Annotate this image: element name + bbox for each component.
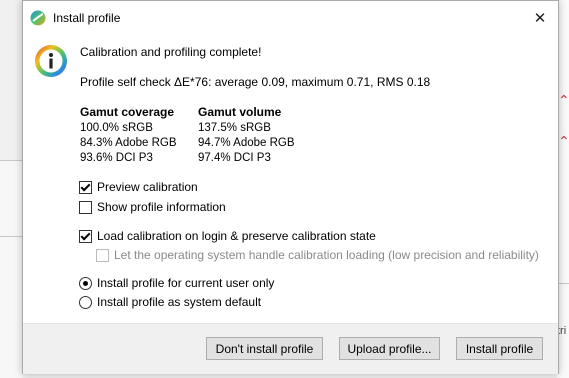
gamut-volume-header: Gamut volume	[198, 105, 282, 119]
gamut-volume-row: 137.5% sRGB	[198, 122, 271, 134]
install-profile-dialog: Install profile ✕ Calibration and profil…	[22, 0, 559, 374]
gamut-coverage-row: 84.3% Adobe RGB	[80, 137, 177, 149]
window-title: Install profile	[53, 11, 121, 25]
gamut-coverage-row: 93.6% DCI P3	[80, 152, 153, 164]
install-profile-button[interactable]: Install profile	[456, 337, 543, 360]
background-marker-icon: ⌃	[558, 92, 569, 108]
gamut-volume-row: 94.7% Adobe RGB	[198, 137, 295, 149]
close-icon: ✕	[533, 10, 547, 27]
upload-profile-button[interactable]: Upload profile...	[339, 337, 440, 360]
radio-unselected[interactable]	[79, 295, 92, 309]
background-divider	[0, 236, 22, 237]
os-handle-loading-label: Let the operating system handle calibrat…	[114, 248, 539, 262]
install-current-user-radio[interactable]: Install profile for current user only	[79, 275, 274, 291]
os-handle-loading-checkbox[interactable]: Let the operating system handle calibrat…	[96, 247, 539, 263]
background-divider	[0, 160, 22, 161]
checkbox-unchecked[interactable]	[79, 200, 92, 214]
gamut-volume-section: Gamut volume 137.5% sRGB 94.7% Adobe RGB…	[198, 105, 295, 166]
checkbox-checked[interactable]	[79, 229, 92, 243]
self-check-result: Profile self check ΔE*76: average 0.09, …	[80, 75, 431, 89]
completion-heading: Calibration and profiling complete!	[80, 45, 262, 59]
checkbox-checked[interactable]	[79, 180, 92, 194]
show-profile-info-label: Show profile information	[97, 200, 226, 214]
info-icon	[35, 45, 67, 77]
gamut-coverage-row: 100.0% sRGB	[80, 122, 153, 134]
gamut-coverage-section: Gamut coverage 100.0% sRGB 84.3% Adobe R…	[80, 105, 177, 166]
close-button[interactable]: ✕	[522, 1, 558, 35]
gamut-volume-row: 97.4% DCI P3	[198, 152, 271, 164]
dont-install-button[interactable]: Don't install profile	[206, 337, 323, 360]
load-calibration-label: Load calibration on login & preserve cal…	[97, 229, 376, 243]
install-current-user-label: Install profile for current user only	[97, 276, 275, 290]
background-marker-icon: ⌃	[558, 133, 569, 149]
preview-calibration-checkbox[interactable]: Preview calibration	[79, 179, 198, 195]
radio-selected[interactable]	[79, 276, 92, 290]
install-system-default-label: Install profile as system default	[97, 295, 262, 309]
gamut-coverage-header: Gamut coverage	[80, 105, 175, 119]
background-panel-left	[0, 160, 22, 378]
checkbox-disabled[interactable]	[96, 248, 109, 262]
load-calibration-checkbox[interactable]: Load calibration on login & preserve cal…	[79, 228, 376, 244]
install-system-default-radio[interactable]: Install profile as system default	[79, 294, 261, 310]
title-bar: Install profile ✕	[23, 1, 558, 35]
preview-calibration-label: Preview calibration	[97, 180, 198, 194]
displaycal-app-icon	[30, 10, 46, 26]
show-profile-info-checkbox[interactable]: Show profile information	[79, 199, 226, 215]
